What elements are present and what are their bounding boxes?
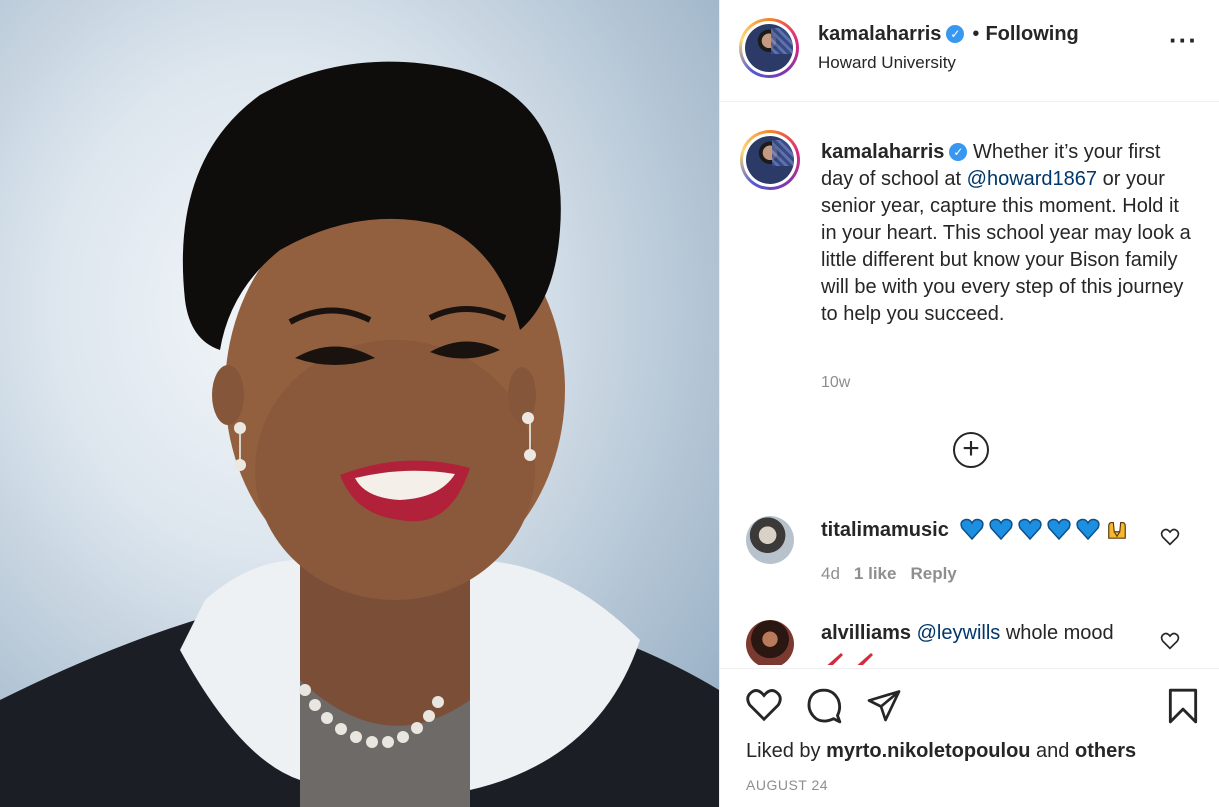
- save-bookmark-icon[interactable]: [1166, 687, 1200, 725]
- like-heart-icon[interactable]: [745, 687, 783, 723]
- comment-body: titalimamusic: [821, 518, 1151, 542]
- comment-text: whole mood: [1000, 622, 1114, 644]
- verified-badge-icon: ✓: [946, 25, 965, 43]
- liked-by-user-link[interactable]: myrto.nikoletopoulou: [826, 740, 1030, 762]
- comment-reply-button[interactable]: Reply: [910, 564, 956, 583]
- post-details-panel: kamalaharris ✓ • Following Howard Universit…: [719, 0, 1219, 807]
- comment-time[interactable]: 4d: [821, 564, 840, 583]
- blue-heart-icon: [960, 518, 985, 540]
- header-user-line: kamalaharris ✓ • Following: [818, 23, 1079, 46]
- comment-meta: 4d 1 like Reply: [821, 564, 971, 584]
- post-header: kamalaharris ✓ • Following Howard Universit…: [720, 0, 1219, 102]
- blue-heart-icon: [1047, 518, 1072, 540]
- high-heel-icon: [827, 653, 843, 665]
- liked-by-middle: and: [1030, 740, 1075, 762]
- commenter-username[interactable]: titalimamusic: [821, 519, 949, 541]
- comment-item: titalimamusic 4d 1 like Reply: [746, 516, 1196, 596]
- separator-dot: •: [972, 23, 980, 45]
- caption-text: kamalaharris ✓ Whether it’s your first da…: [821, 139, 1193, 328]
- load-more-comments-icon[interactable]: +: [953, 432, 989, 468]
- blue-heart-icon: [1076, 518, 1101, 540]
- raising-hands-icon: [1108, 521, 1127, 539]
- post-photo[interactable]: [0, 0, 719, 807]
- comment-emojis: [960, 518, 1134, 541]
- commenter-avatar[interactable]: [746, 516, 794, 564]
- caption-timestamp[interactable]: 10w: [821, 374, 850, 392]
- liked-by-prefix: Liked by: [746, 740, 827, 762]
- post-actions-footer: Liked by myrto.nikoletopoulou and others…: [720, 668, 1219, 807]
- like-comment-heart-icon[interactable]: [1160, 632, 1180, 650]
- comment-bubble-icon[interactable]: [805, 687, 843, 725]
- high-heel-icon: [857, 653, 873, 665]
- comments-list: titalimamusic 4d 1 like Reply alvilliams @…: [720, 500, 1219, 665]
- blue-heart-icon: [989, 518, 1014, 540]
- author-username[interactable]: kamalaharris: [818, 23, 941, 45]
- share-paper-plane-icon[interactable]: [865, 687, 903, 723]
- caption-avatar[interactable]: [740, 130, 800, 190]
- caption-mention-link[interactable]: @howard1867: [967, 168, 1097, 190]
- liked-by-line: Liked by myrto.nikoletopoulou and others: [746, 740, 1136, 763]
- following-button[interactable]: Following: [985, 23, 1078, 45]
- commenter-avatar[interactable]: [746, 620, 794, 665]
- comment-mention-link[interactable]: @leywills: [917, 622, 1001, 644]
- post-location[interactable]: Howard University: [818, 53, 956, 73]
- commenter-username[interactable]: alvilliams: [821, 622, 911, 644]
- caption-username[interactable]: kamalaharris: [821, 141, 944, 163]
- author-avatar[interactable]: [739, 18, 799, 78]
- portrait-illustration: [0, 61, 719, 807]
- post-date[interactable]: AUGUST 24: [746, 777, 828, 793]
- more-options-icon[interactable]: ···: [1169, 27, 1198, 53]
- like-comment-heart-icon[interactable]: [1160, 528, 1180, 546]
- comment-emojis: [821, 649, 1151, 665]
- comment-likes[interactable]: 1 like: [854, 564, 897, 583]
- comment-body: alvilliams @leywills whole mood: [821, 622, 1151, 665]
- caption-text-end: or your senior year, capture this moment…: [821, 168, 1191, 325]
- verified-badge-icon: ✓: [949, 143, 968, 161]
- comment-item: alvilliams @leywills whole mood: [746, 620, 1196, 665]
- liked-by-others-link[interactable]: others: [1075, 740, 1136, 762]
- blue-heart-icon: [1018, 518, 1043, 540]
